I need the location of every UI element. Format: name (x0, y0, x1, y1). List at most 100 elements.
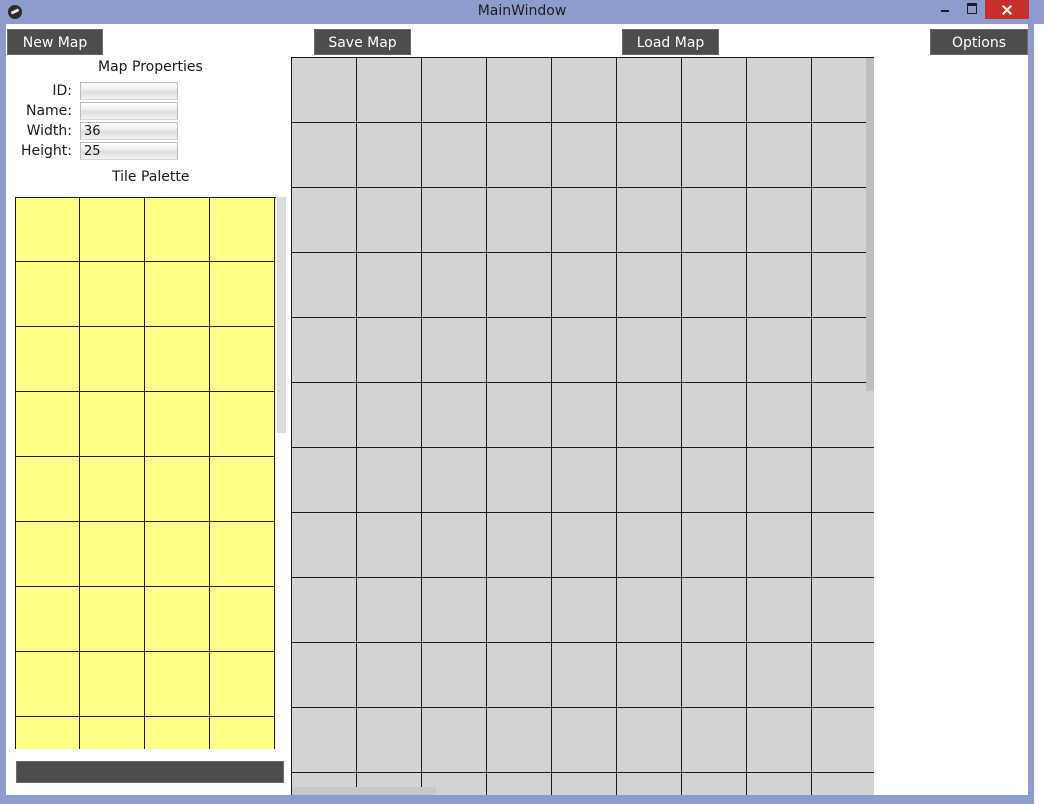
map-tile[interactable] (812, 253, 874, 318)
map-tile[interactable] (682, 123, 747, 188)
map-tile[interactable] (747, 123, 812, 188)
map-tile[interactable] (812, 708, 874, 773)
map-tile[interactable] (552, 513, 617, 578)
palette-tile[interactable] (210, 262, 275, 327)
tile-palette-grid[interactable] (15, 197, 276, 749)
map-tile[interactable] (682, 58, 747, 123)
map-tile[interactable] (552, 578, 617, 643)
palette-bottom-bar[interactable] (16, 761, 284, 783)
map-tile[interactable] (487, 513, 552, 578)
palette-tile[interactable] (16, 392, 80, 457)
map-tile[interactable] (422, 123, 487, 188)
map-tile[interactable] (357, 318, 422, 383)
map-tile[interactable] (682, 708, 747, 773)
map-tile[interactable] (422, 643, 487, 708)
palette-tile[interactable] (145, 457, 210, 522)
width-field[interactable]: 36 (80, 122, 178, 140)
palette-tile[interactable] (145, 652, 210, 717)
map-tile[interactable] (422, 513, 487, 578)
palette-tile[interactable] (80, 262, 145, 327)
palette-tile[interactable] (145, 717, 210, 749)
palette-tile[interactable] (210, 392, 275, 457)
palette-tile[interactable] (210, 327, 275, 392)
map-tile[interactable] (682, 253, 747, 318)
map-tile[interactable] (552, 773, 617, 795)
map-tile[interactable] (552, 643, 617, 708)
palette-tile[interactable] (16, 327, 80, 392)
map-tile[interactable] (487, 643, 552, 708)
map-tile[interactable] (487, 123, 552, 188)
map-tile[interactable] (682, 773, 747, 795)
map-tile[interactable] (747, 318, 812, 383)
map-tile[interactable] (487, 708, 552, 773)
map-tile[interactable] (292, 58, 357, 123)
map-tile[interactable] (292, 188, 357, 253)
map-tile[interactable] (617, 188, 682, 253)
map-tile[interactable] (357, 448, 422, 513)
palette-tile[interactable] (16, 457, 80, 522)
palette-tile[interactable] (16, 522, 80, 587)
maximize-icon[interactable] (962, 0, 984, 20)
map-tile[interactable] (487, 773, 552, 795)
map-tile[interactable] (812, 513, 874, 578)
map-tile[interactable] (292, 383, 357, 448)
map-tile[interactable] (617, 708, 682, 773)
map-tile[interactable] (747, 513, 812, 578)
palette-tile[interactable] (80, 327, 145, 392)
map-tile[interactable] (812, 448, 874, 513)
map-tile[interactable] (292, 448, 357, 513)
id-field[interactable] (80, 82, 178, 100)
map-tile[interactable] (812, 643, 874, 708)
map-tile[interactable] (747, 253, 812, 318)
map-tile[interactable] (617, 58, 682, 123)
map-tile[interactable] (552, 318, 617, 383)
palette-tile[interactable] (145, 327, 210, 392)
map-tile[interactable] (357, 513, 422, 578)
map-tile[interactable] (552, 383, 617, 448)
map-tile[interactable] (292, 578, 357, 643)
palette-tile[interactable] (210, 587, 275, 652)
map-tile[interactable] (747, 188, 812, 253)
map-tile[interactable] (617, 448, 682, 513)
map-tile[interactable] (747, 448, 812, 513)
map-tile[interactable] (487, 318, 552, 383)
map-tile[interactable] (682, 448, 747, 513)
load-map-button[interactable]: Load Map (622, 29, 719, 55)
map-tile[interactable] (292, 253, 357, 318)
map-tile[interactable] (552, 123, 617, 188)
map-tile[interactable] (682, 643, 747, 708)
map-tile[interactable] (357, 578, 422, 643)
map-tile[interactable] (357, 188, 422, 253)
map-tile[interactable] (357, 123, 422, 188)
map-tile[interactable] (747, 383, 812, 448)
title-bar[interactable]: MainWindow (0, 0, 1044, 24)
palette-tile[interactable] (80, 198, 145, 262)
palette-tile[interactable] (145, 392, 210, 457)
map-tile[interactable] (617, 643, 682, 708)
map-horizontal-scrollbar[interactable] (292, 787, 436, 795)
map-tile[interactable] (812, 58, 874, 123)
name-field[interactable] (80, 102, 178, 120)
map-tile[interactable] (747, 708, 812, 773)
map-vertical-scrollbar[interactable] (866, 58, 874, 391)
map-tile[interactable] (422, 708, 487, 773)
palette-tile[interactable] (145, 198, 210, 262)
close-icon[interactable] (985, 0, 1029, 19)
map-tile[interactable] (682, 513, 747, 578)
map-tile[interactable] (357, 58, 422, 123)
map-tile[interactable] (682, 318, 747, 383)
map-tile[interactable] (422, 188, 487, 253)
map-tile[interactable] (422, 58, 487, 123)
save-map-button[interactable]: Save Map (314, 29, 411, 55)
palette-tile[interactable] (16, 198, 80, 262)
palette-tile[interactable] (16, 717, 80, 749)
map-tile[interactable] (617, 253, 682, 318)
options-button[interactable]: Options (930, 29, 1028, 55)
map-tile[interactable] (747, 58, 812, 123)
palette-tile[interactable] (80, 717, 145, 749)
map-tile[interactable] (487, 578, 552, 643)
palette-tile[interactable] (145, 262, 210, 327)
palette-tile[interactable] (80, 392, 145, 457)
palette-tile[interactable] (80, 652, 145, 717)
map-tile[interactable] (487, 188, 552, 253)
